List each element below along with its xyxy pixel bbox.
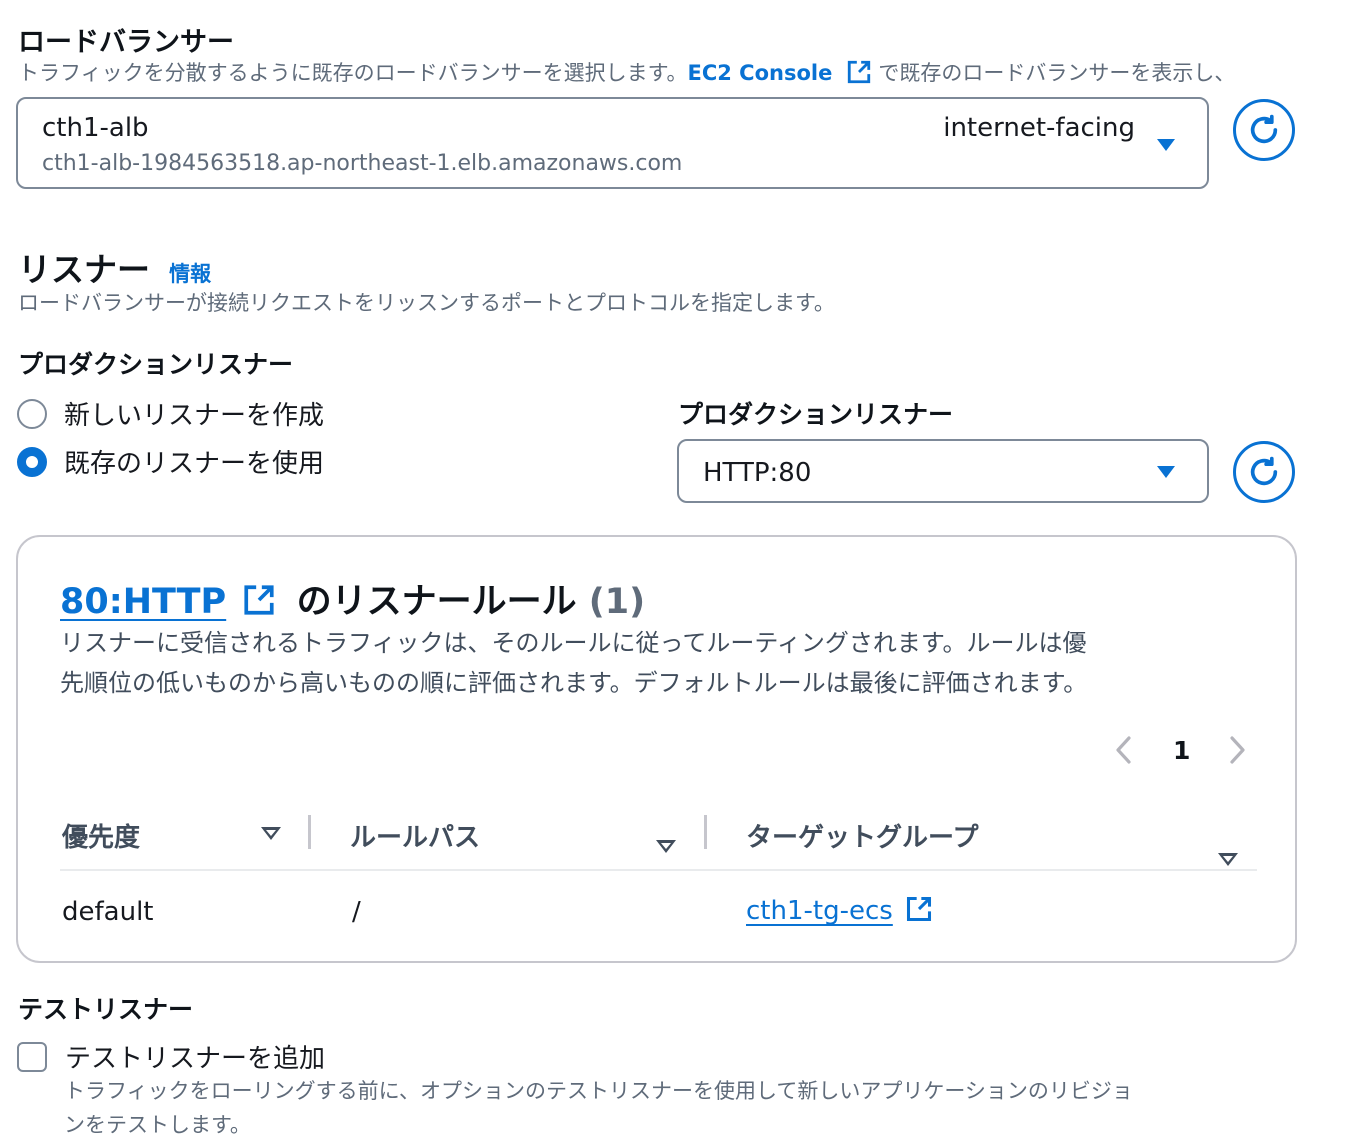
listener-rules-title: 80:HTTP のリスナールール (1) — [60, 573, 645, 624]
add-test-listener-checkbox[interactable] — [17, 1041, 47, 1072]
load-balancer-description: トラフィックを分散するように既存のロードバランサーを選択します。EC2 Cons… — [18, 58, 1235, 88]
chevron-left-icon — [1116, 736, 1131, 764]
listener-header: リスナー 情報 — [18, 243, 211, 291]
refresh-icon — [1250, 456, 1278, 486]
pagination-previous-button[interactable] — [1112, 735, 1136, 769]
cell-target-group: cth1-tg-ecs — [746, 895, 933, 926]
pagination-page-1[interactable]: 1 — [1173, 736, 1190, 765]
external-link-icon — [907, 896, 932, 922]
refresh-load-balancers-button[interactable] — [1233, 99, 1295, 161]
listener-info-link[interactable]: 情報 — [169, 262, 211, 286]
load-balancer-dns: cth1-alb-1984563518.ap-northeast-1.elb.a… — [42, 151, 683, 176]
listener-rules-description: リスナーに受信されるトラフィックは、そのルールに従ってルーティングされます。ルー… — [60, 623, 1087, 703]
listener-description: ロードバランサーが接続リクエストをリッスンするポートとプロトコルを指定します。 — [18, 291, 835, 315]
cell-priority: default — [62, 897, 154, 927]
target-group-link-label: cth1-tg-ecs — [746, 896, 893, 926]
test-listener-description: トラフィックをローリングする前に、オプションのテストリスナーを使用して新しいアプ… — [64, 1074, 1133, 1142]
refresh-icon — [1250, 114, 1278, 144]
listener-rules-count: (1) — [588, 582, 646, 622]
listener-rules-description-line1: リスナーに受信されるトラフィックは、そのルールに従ってルーティングされます。ルー… — [60, 629, 1087, 657]
test-listener-description-line2: ンをテストします。 — [64, 1113, 251, 1137]
column-divider — [308, 815, 311, 849]
chevron-right-icon — [1230, 736, 1245, 764]
column-header-rule-path[interactable]: ルールパス — [350, 817, 480, 854]
load-balancer-heading: ロードバランサー — [18, 27, 234, 58]
column-divider — [704, 815, 707, 849]
radio-button-checked[interactable] — [17, 446, 47, 477]
production-listener-select-value: HTTP:80 — [703, 458, 812, 488]
load-balancer-select[interactable]: cth1-alb cth1-alb-1984563518.ap-northeas… — [16, 97, 1209, 189]
sort-icon — [656, 840, 676, 853]
radio-use-existing-listener[interactable]: 既存のリスナーを使用 — [17, 443, 324, 480]
sort-icon — [261, 827, 281, 840]
listener-rules-description-line2: 先順位の低いものから高いものの順に評価されます。デフォルトルールは最後に評価され… — [60, 669, 1088, 697]
chevron-down-icon — [1157, 466, 1175, 478]
target-group-link[interactable]: cth1-tg-ecs — [746, 896, 893, 926]
listener-heading: リスナー — [18, 250, 150, 289]
load-balancer-description-before: トラフィックを分散するように既存のロードバランサーを選択します。 — [18, 61, 688, 85]
external-link-icon — [244, 585, 274, 615]
pagination-next-button[interactable] — [1225, 735, 1249, 769]
ec2-console-link-label: EC2 Console — [687, 61, 833, 85]
listener-rules-card: 80:HTTP のリスナールール (1) リスナーに受信されるトラフィックは、そ… — [16, 535, 1297, 963]
sort-icon — [1218, 853, 1238, 866]
column-header-priority[interactable]: 優先度 — [62, 817, 140, 854]
listener-port-link-label: 80:HTTP — [60, 582, 227, 622]
column-header-target-group[interactable]: ターゲットグループ — [746, 817, 978, 854]
cell-rule-path: / — [352, 897, 361, 927]
load-balancer-name: cth1-alb — [42, 113, 149, 143]
table-header-divider — [60, 869, 1257, 871]
radio-button[interactable] — [17, 398, 47, 429]
load-balancer-description-after: で既存のロードバランサーを表示し、 — [878, 61, 1236, 85]
add-test-listener-checkbox-row[interactable]: テストリスナーを追加 — [17, 1038, 325, 1075]
listener-rules-title-suffix: のリスナールール — [296, 582, 577, 622]
test-listener-description-line1: トラフィックをローリングする前に、オプションのテストリスナーを使用して新しいアプ… — [64, 1079, 1133, 1103]
refresh-listeners-button[interactable] — [1233, 441, 1295, 503]
production-listener-heading: プロダクションリスナー — [18, 350, 294, 379]
listener-port-link[interactable]: 80:HTTP — [60, 582, 226, 622]
radio-create-new-listener-label: 新しいリスナーを作成 — [64, 401, 325, 431]
ec2-console-link[interactable]: EC2 Console — [687, 60, 871, 85]
test-listener-heading: テストリスナー — [18, 995, 194, 1024]
external-link-icon — [847, 60, 870, 84]
radio-use-existing-listener-label: 既存のリスナーを使用 — [64, 449, 325, 479]
load-balancer-scheme: internet-facing — [943, 113, 1135, 143]
production-listener-select[interactable]: HTTP:80 — [677, 439, 1209, 503]
production-listener-select-label: プロダクションリスナー — [678, 400, 954, 429]
chevron-down-icon — [1157, 139, 1175, 151]
add-test-listener-label: テストリスナーを追加 — [65, 1044, 326, 1074]
radio-create-new-listener[interactable]: 新しいリスナーを作成 — [17, 395, 324, 432]
